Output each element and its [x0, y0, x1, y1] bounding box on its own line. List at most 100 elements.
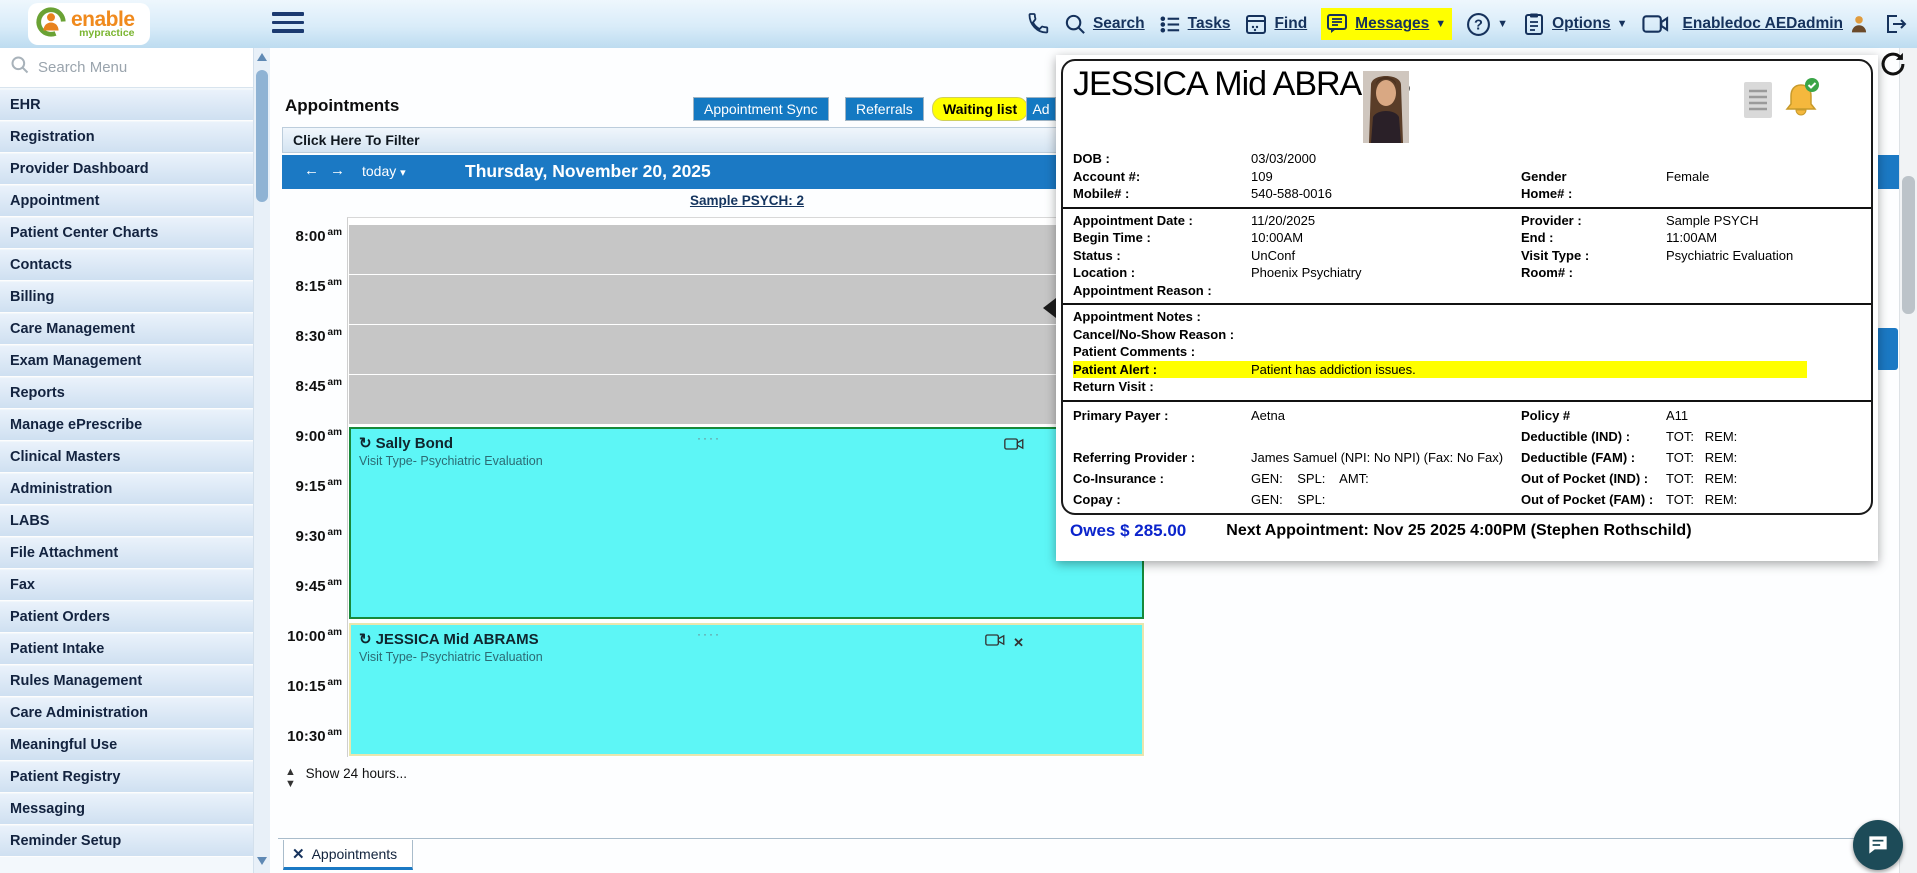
sidebar-item-ehr[interactable]: EHR: [0, 89, 253, 121]
sidebar-item-patient-orders[interactable]: Patient Orders: [0, 601, 253, 633]
nav-tasks-label: Tasks: [1188, 15, 1231, 33]
nav-messages[interactable]: Messages ▼: [1321, 8, 1452, 40]
page-title: Appointments: [285, 96, 399, 116]
sidebar-search-box: [0, 48, 253, 88]
logo-text-mypractice: mypractice: [71, 28, 135, 39]
popup-section-insurance: Primary Payer :AetnaPolicy #A11 Deductib…: [1063, 400, 1871, 516]
blocked-slot: [349, 275, 1144, 324]
menu-toggle-button[interactable]: [272, 12, 304, 36]
blocked-slot: [349, 225, 1144, 274]
next-day-button[interactable]: →: [330, 162, 345, 179]
sidebar-item-billing[interactable]: Billing: [0, 281, 253, 313]
today-caret-icon: ▾: [400, 167, 406, 179]
popup-section-appointment: Appointment Date :11/20/2025Provider :Sa…: [1063, 207, 1871, 304]
blocked-slot: [349, 375, 1144, 424]
today-button[interactable]: today ▾: [362, 163, 406, 179]
appointment-sync-button[interactable]: Appointment Sync: [693, 97, 829, 121]
sidebar-item-reminder-setup[interactable]: Reminder Setup: [0, 825, 253, 857]
search-icon: [10, 55, 30, 80]
telehealth-camera-icon[interactable]: [1004, 437, 1024, 456]
nav-search-label: Search: [1093, 15, 1145, 33]
filter-bar[interactable]: Click Here To Filter: [282, 127, 1060, 153]
event-close-icon[interactable]: ✕: [1013, 635, 1024, 651]
sidebar-item-file-attachment[interactable]: File Attachment: [0, 537, 253, 569]
user-name-label: Enabledoc AEDadmin: [1683, 15, 1843, 33]
sidebar-search-input[interactable]: [38, 59, 218, 76]
tab-close-icon[interactable]: ✕: [292, 845, 305, 863]
messages-icon: [1325, 12, 1349, 36]
calendar-date-title: Thursday, November 20, 2025: [465, 161, 711, 182]
logout-icon: [1883, 12, 1907, 36]
logo-icon: [34, 5, 68, 44]
scroll-down-icon[interactable]: [257, 857, 267, 865]
tab-bar-divider: [278, 838, 1917, 839]
refresh-button[interactable]: [1879, 50, 1907, 83]
sidebar-item-registration[interactable]: Registration: [0, 121, 253, 153]
app-logo[interactable]: enable mypractice: [28, 3, 150, 45]
nav-find[interactable]: Find: [1244, 12, 1307, 36]
patient-notes-icon[interactable]: [1743, 81, 1773, 124]
page-scrollbar-thumb[interactable]: [1902, 176, 1915, 314]
logout-button[interactable]: [1883, 12, 1907, 36]
sidebar-item-patient-center-charts[interactable]: Patient Center Charts: [0, 217, 253, 249]
sidebar-item-manage-eprescribe[interactable]: Manage ePrescribe: [0, 409, 253, 441]
sidebar-item-patient-intake[interactable]: Patient Intake: [0, 633, 253, 665]
drag-handle-icon[interactable]: ····: [697, 627, 721, 641]
sidebar-item-exam-management[interactable]: Exam Management: [0, 345, 253, 377]
drag-handle-icon[interactable]: ····: [697, 431, 721, 445]
nav-messages-label: Messages: [1355, 15, 1429, 33]
tab-appointments[interactable]: ✕ Appointments: [283, 840, 413, 870]
tab-label: Appointments: [312, 846, 398, 862]
patient-photo[interactable]: [1363, 71, 1409, 143]
prev-day-button[interactable]: ←: [304, 162, 319, 179]
add-appointment-button[interactable]: Ad: [1026, 97, 1056, 121]
sidebar-scrollbar[interactable]: [253, 48, 270, 873]
show-24-hours-toggle[interactable]: ▲▼ Show 24 hours...: [285, 766, 407, 790]
popup-collapse-arrow-icon[interactable]: [1043, 298, 1056, 318]
recurring-icon: ↻: [359, 631, 372, 648]
messages-caret-icon: ▼: [1435, 18, 1446, 30]
owes-amount-link[interactable]: Owes $ 285.00: [1070, 521, 1186, 541]
nav-tasks[interactable]: Tasks: [1159, 13, 1231, 36]
waiting-list-button[interactable]: Waiting list: [932, 97, 1028, 121]
notification-bell-icon[interactable]: [1783, 77, 1821, 122]
chat-button[interactable]: [1853, 820, 1903, 870]
video-visit-button[interactable]: [1642, 14, 1669, 34]
scroll-up-icon[interactable]: [257, 53, 267, 61]
sidebar-item-care-management[interactable]: Care Management: [0, 313, 253, 345]
referrals-button[interactable]: Referrals: [845, 97, 924, 121]
tasks-icon: [1159, 13, 1182, 36]
patient-name: JESSICA Mid ABRAMS: [1073, 65, 1410, 104]
nav-help[interactable]: ? ▼: [1466, 12, 1508, 37]
provider-column-header: Sample PSYCH: 2: [347, 192, 1147, 217]
appointment-event-jessica-abrams[interactable]: ···· ↻JESSICA Mid ABRAMS Visit Type- Psy…: [349, 623, 1144, 756]
nav-options[interactable]: Options ▼: [1522, 12, 1627, 36]
next-appointment-text: Next Appointment: Nov 25 2025 4:00PM (St…: [1226, 522, 1691, 540]
sidebar-item-patient-registry[interactable]: Patient Registry: [0, 761, 253, 793]
provider-column-link[interactable]: Sample PSYCH: 2: [690, 193, 804, 208]
sidebar-item-reports[interactable]: Reports: [0, 377, 253, 409]
nav-user[interactable]: Enabledoc AEDadmin: [1683, 13, 1869, 35]
phone-button[interactable]: [1026, 12, 1050, 36]
nav-search[interactable]: Search: [1064, 13, 1145, 36]
sidebar-item-rules-management[interactable]: Rules Management: [0, 665, 253, 697]
sidebar-item-care-administration[interactable]: Care Administration: [0, 697, 253, 729]
sidebar-item-fax[interactable]: Fax: [0, 569, 253, 601]
appointment-event-sally-bond[interactable]: ···· ↻Sally Bond Visit Type- Psychiatric…: [349, 427, 1144, 619]
sidebar-item-labs[interactable]: LABS: [0, 505, 253, 537]
sidebar-item-provider-dashboard[interactable]: Provider Dashboard: [0, 153, 253, 185]
sidebar-item-meaningful-use[interactable]: Meaningful Use: [0, 729, 253, 761]
sidebar-item-contacts[interactable]: Contacts: [0, 249, 253, 281]
sidebar-menu: EHR Registration Provider Dashboard Appo…: [0, 89, 253, 857]
sidebar: EHR Registration Provider Dashboard Appo…: [0, 48, 253, 873]
sidebar-item-administration[interactable]: Administration: [0, 473, 253, 505]
telehealth-camera-icon[interactable]: [985, 633, 1005, 652]
sidebar-item-clinical-masters[interactable]: Clinical Masters: [0, 441, 253, 473]
sidebar-item-appointment[interactable]: Appointment: [0, 185, 253, 217]
user-avatar-icon: [1849, 13, 1869, 35]
calendar-toolbar: ← → today ▾ Thursday, November 20, 2025: [282, 155, 1060, 189]
sidebar-scrollbar-thumb[interactable]: [256, 70, 268, 202]
patient-alert-row: Patient Alert :Patient has addiction iss…: [1073, 361, 1807, 379]
sidebar-item-messaging[interactable]: Messaging: [0, 793, 253, 825]
page-scrollbar[interactable]: [1899, 48, 1917, 873]
